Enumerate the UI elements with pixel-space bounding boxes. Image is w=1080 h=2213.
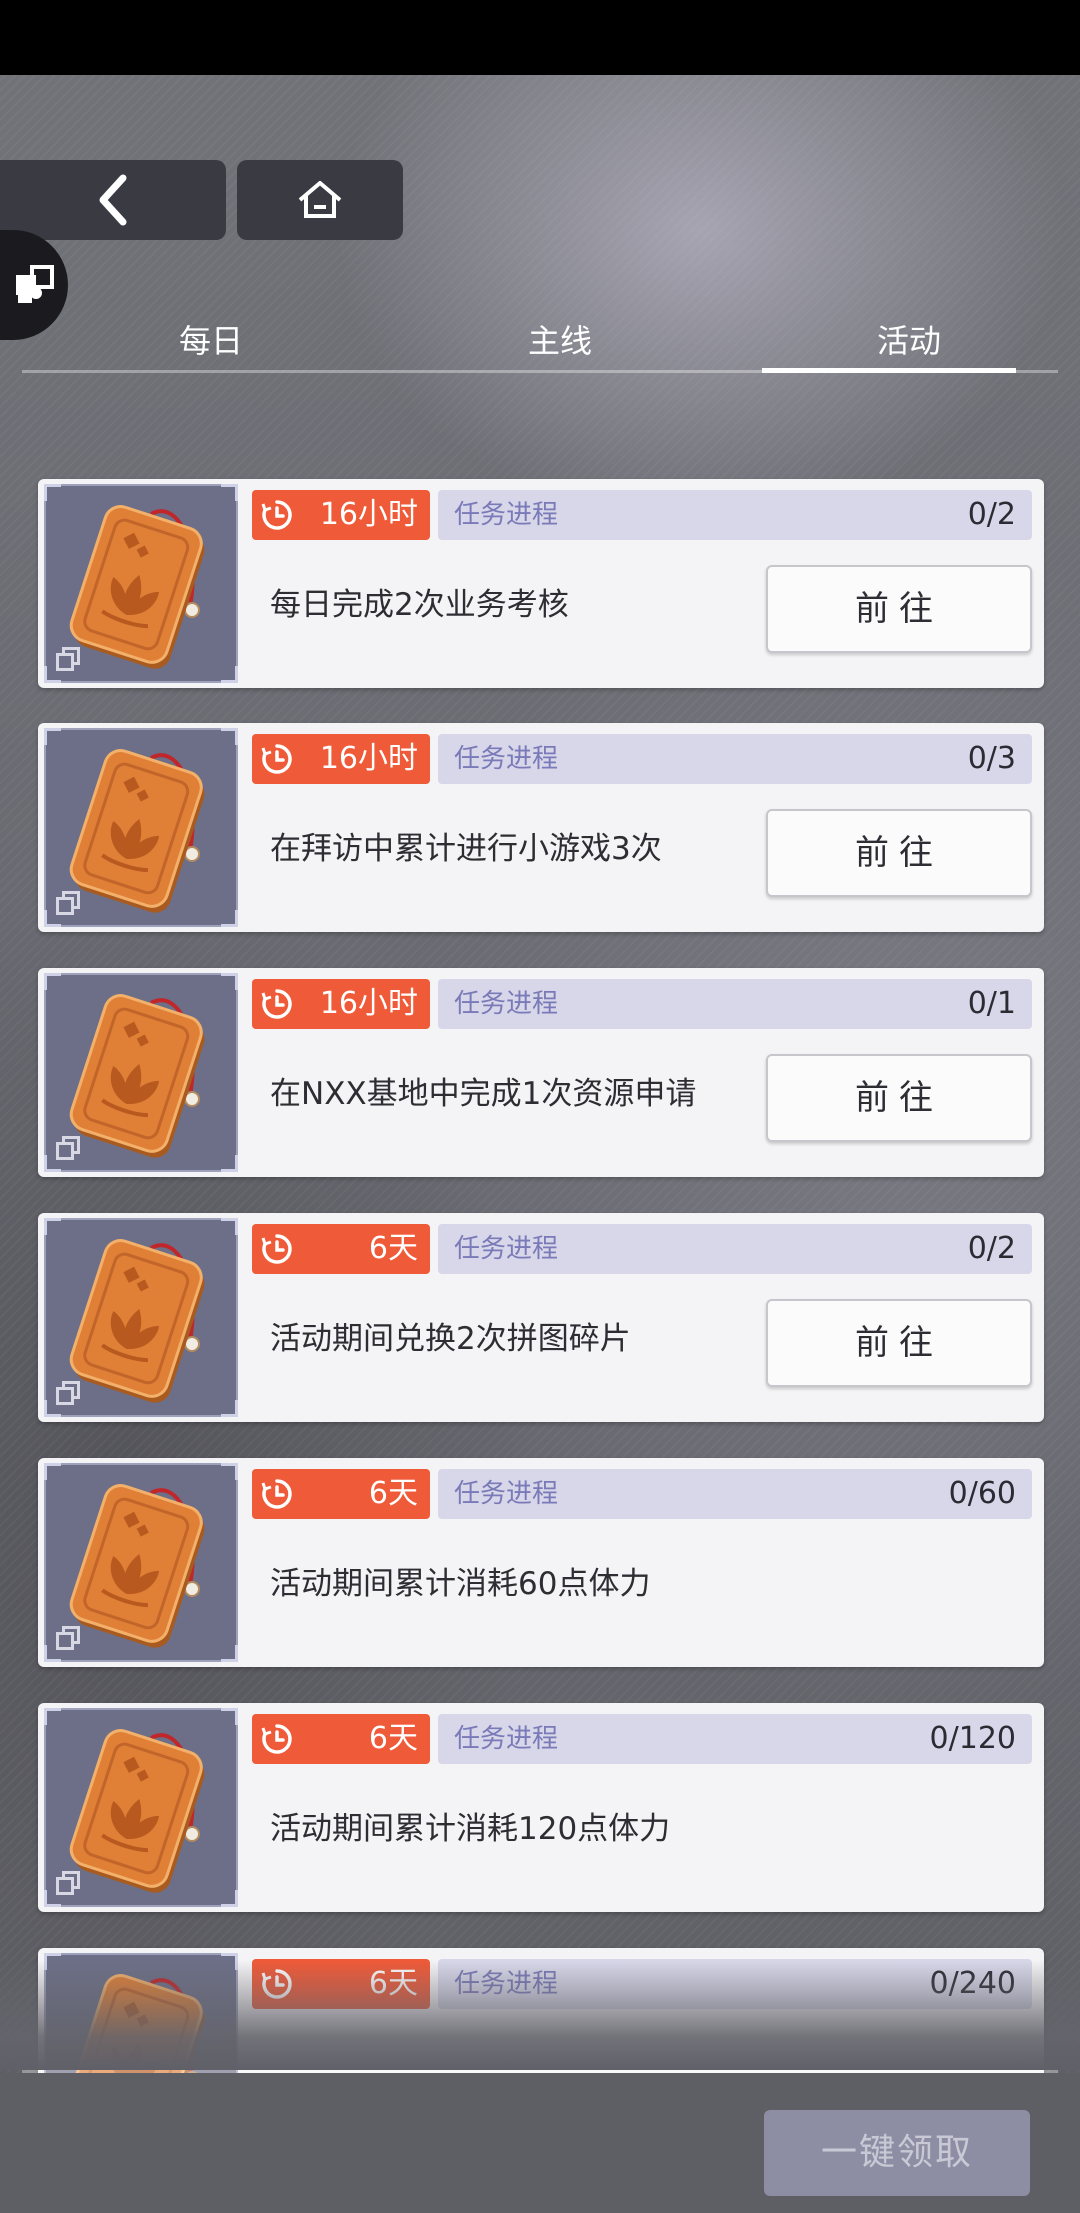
progress-value: 0/60 xyxy=(948,1476,1016,1511)
progress-label: 任务进程 xyxy=(454,1724,559,1754)
task-progress-bar: 任务进程 0/120 xyxy=(438,1714,1032,1764)
task-reward-thumbnail[interactable] xyxy=(44,1218,238,1417)
time-remaining-text: 16小时 xyxy=(319,741,418,776)
progress-label: 任务进程 xyxy=(454,1479,559,1509)
task-reward-thumbnail[interactable] xyxy=(44,728,238,927)
time-remaining-badge: 16小时 xyxy=(252,734,430,784)
home-icon xyxy=(298,181,342,218)
tab-main[interactable]: 主线 xyxy=(430,300,690,374)
progress-value: 0/120 xyxy=(929,1721,1016,1756)
task-description: 在拜访中累计进行小游戏3次 xyxy=(270,831,662,867)
task-reward-thumbnail[interactable] xyxy=(44,1708,238,1907)
status-bar xyxy=(0,0,1080,75)
task-card: 6天 任务进程 0/60 活动期间累计消耗60点体力 xyxy=(38,1458,1044,1667)
task-reward-thumbnail[interactable] xyxy=(44,1463,238,1662)
progress-value: 0/1 xyxy=(967,986,1016,1021)
task-description: 活动期间累计消耗60点体力 xyxy=(270,1566,651,1602)
time-remaining-text: 16小时 xyxy=(319,497,418,532)
progress-label: 任务进程 xyxy=(454,500,559,530)
stack-icon xyxy=(56,1871,80,1895)
clock-icon xyxy=(261,1724,292,1754)
stack-icon xyxy=(56,647,80,671)
progress-label: 任务进程 xyxy=(454,1234,559,1264)
time-remaining-badge: 16小时 xyxy=(252,490,430,540)
chevron-left-icon xyxy=(99,174,127,226)
time-remaining-text: 6天 xyxy=(368,1231,418,1266)
task-description: 每日完成2次业务考核 xyxy=(270,587,569,623)
progress-value: 0/3 xyxy=(967,741,1016,776)
task-progress-bar: 任务进程 0/1 xyxy=(438,979,1032,1029)
time-remaining-text: 16小时 xyxy=(319,986,418,1021)
task-progress-bar: 任务进程 0/2 xyxy=(438,1224,1032,1274)
task-description: 活动期间累计消耗120点体力 xyxy=(270,1811,671,1847)
stack-icon xyxy=(56,1626,80,1650)
task-progress-bar: 任务进程 0/2 xyxy=(438,490,1032,540)
progress-label: 任务进程 xyxy=(454,989,559,1019)
stack-icon xyxy=(56,1136,80,1160)
time-remaining-badge: 16小时 xyxy=(252,979,430,1029)
go-button[interactable]: 前往 xyxy=(766,1299,1032,1387)
stack-icon xyxy=(56,891,80,915)
task-description: 活动期间兑换2次拼图碎片 xyxy=(270,1321,631,1357)
time-remaining-badge: 6天 xyxy=(252,1469,430,1519)
clock-icon xyxy=(261,1479,292,1509)
list-fade xyxy=(0,1960,1080,2070)
time-remaining-badge: 6天 xyxy=(252,1714,430,1764)
tab-daily[interactable]: 每日 xyxy=(81,300,341,374)
task-progress-bar: 任务进程 0/3 xyxy=(438,734,1032,784)
collect-all-button[interactable]: 一键领取 xyxy=(764,2110,1030,2196)
progress-value: 0/2 xyxy=(967,497,1016,532)
home-button[interactable] xyxy=(237,160,403,240)
go-button[interactable]: 前往 xyxy=(766,1054,1032,1142)
time-remaining-text: 6天 xyxy=(368,1721,418,1756)
stack-icon xyxy=(56,1381,80,1405)
task-progress-bar: 任务进程 0/60 xyxy=(438,1469,1032,1519)
time-remaining-text: 6天 xyxy=(368,1476,418,1511)
progress-label: 任务进程 xyxy=(454,744,559,774)
task-card: 6天 任务进程 0/2 活动期间兑换2次拼图碎片 前往 xyxy=(38,1213,1044,1422)
clock-icon xyxy=(261,500,292,530)
go-button[interactable]: 前往 xyxy=(766,809,1032,897)
task-reward-thumbnail[interactable] xyxy=(44,973,238,1172)
task-reward-thumbnail[interactable] xyxy=(44,484,238,683)
go-button[interactable]: 前往 xyxy=(766,565,1032,653)
task-card: 16小时 任务进程 0/1 在NXX基地中完成1次资源申请 前往 xyxy=(38,968,1044,1177)
clock-icon xyxy=(261,989,292,1019)
tab-bar: 每日 主线 活动 xyxy=(22,300,1058,374)
back-button[interactable] xyxy=(0,160,226,240)
clock-icon xyxy=(261,1234,292,1264)
task-card: 16小时 任务进程 0/3 在拜访中累计进行小游戏3次 前往 xyxy=(38,723,1044,932)
time-remaining-badge: 6天 xyxy=(252,1224,430,1274)
task-description: 在NXX基地中完成1次资源申请 xyxy=(270,1076,697,1112)
progress-value: 0/2 xyxy=(967,1231,1016,1266)
task-card: 6天 任务进程 0/120 活动期间累计消耗120点体力 xyxy=(38,1703,1044,1912)
task-card: 16小时 任务进程 0/2 每日完成2次业务考核 前往 xyxy=(38,479,1044,688)
tab-event[interactable]: 活动 xyxy=(779,300,1039,374)
clock-icon xyxy=(261,744,292,774)
